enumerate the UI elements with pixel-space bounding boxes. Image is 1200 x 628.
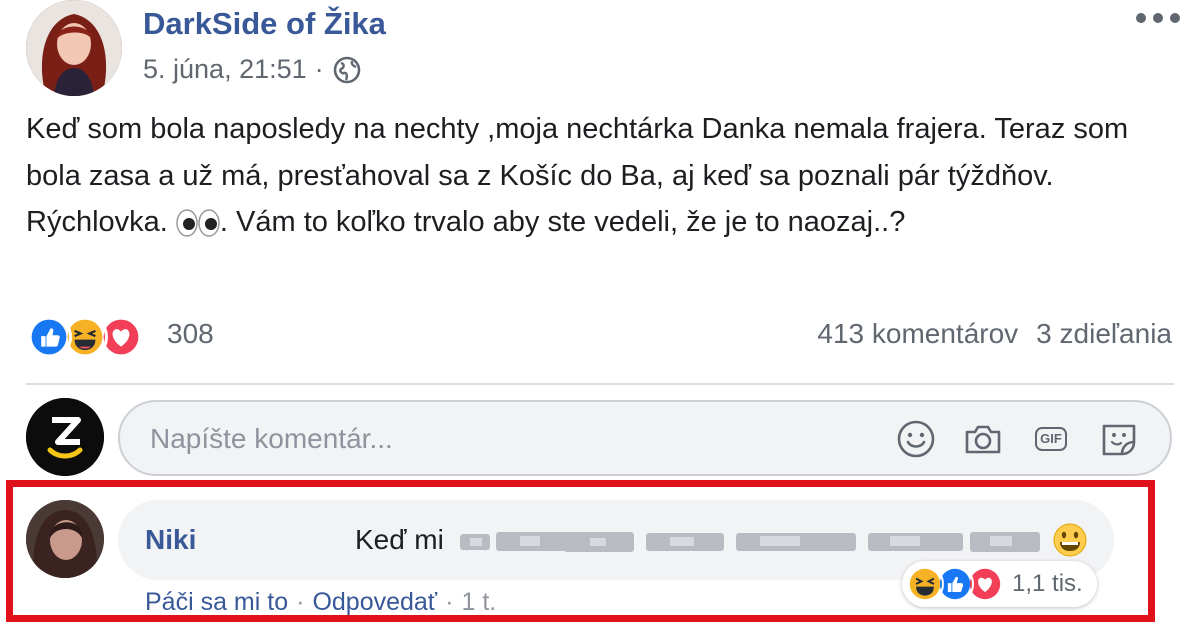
like-reaction-icon xyxy=(26,314,72,360)
comment-input-placeholder[interactable]: Napíšte komentár... xyxy=(150,423,393,455)
reaction-count[interactable]: 308 xyxy=(167,318,214,350)
smiley-icon[interactable] xyxy=(895,418,937,460)
grinning-emoji-icon xyxy=(1053,523,1087,557)
actions-separator: · xyxy=(445,588,454,616)
comments-count-link[interactable]: 413 komentárov xyxy=(817,318,1018,350)
eyes-emoji-icon xyxy=(176,209,220,238)
sticker-icon[interactable] xyxy=(1098,418,1140,460)
comment-text: Keď mi xyxy=(355,524,444,555)
comment-time[interactable]: 1 t. xyxy=(462,588,497,617)
post-text: Keď som bola naposledy na nechty ,moja n… xyxy=(26,106,1176,246)
comment-reaction-count: 1,1 tis. xyxy=(1012,570,1083,597)
comment-reactions[interactable]: 1,1 tis. xyxy=(902,561,1097,607)
post-counts: 413 komentárov 3 zdieľania xyxy=(817,318,1172,350)
comment-like-link[interactable]: Páči sa mi to xyxy=(145,588,288,617)
page-avatar[interactable] xyxy=(26,0,122,96)
page-name-link[interactable]: DarkSide of Žika xyxy=(143,6,386,42)
comment-actions: Páči sa mi to · Odpovedať · 1 t. xyxy=(145,588,496,617)
current-user-avatar[interactable] xyxy=(26,398,104,476)
more-options-icon[interactable] xyxy=(1136,4,1180,32)
gif-icon[interactable]: GIF xyxy=(1030,418,1072,460)
post-meta: 5. júna, 21:51 · xyxy=(143,54,362,85)
gif-label: GIF xyxy=(1035,427,1067,451)
shares-count-link[interactable]: 3 zdieľania xyxy=(1036,318,1172,350)
commenter-name-link[interactable]: Niki xyxy=(145,524,196,556)
comment-reply-link[interactable]: Odpovedať xyxy=(312,588,437,617)
camera-icon[interactable] xyxy=(962,418,1004,460)
post-date[interactable]: 5. júna, 21:51 xyxy=(143,54,307,85)
meta-separator: · xyxy=(314,54,324,84)
divider xyxy=(26,383,1174,385)
blurred-comment-text xyxy=(460,532,1040,552)
post-reactions[interactable] xyxy=(26,314,144,360)
commenter-avatar[interactable] xyxy=(26,500,104,578)
post-text-part-2: . Vám to koľko trvalo aby ste vedeli, že… xyxy=(219,206,906,238)
actions-separator: · xyxy=(296,588,305,616)
haha-reaction-icon xyxy=(906,565,944,603)
globe-icon[interactable] xyxy=(332,55,362,85)
